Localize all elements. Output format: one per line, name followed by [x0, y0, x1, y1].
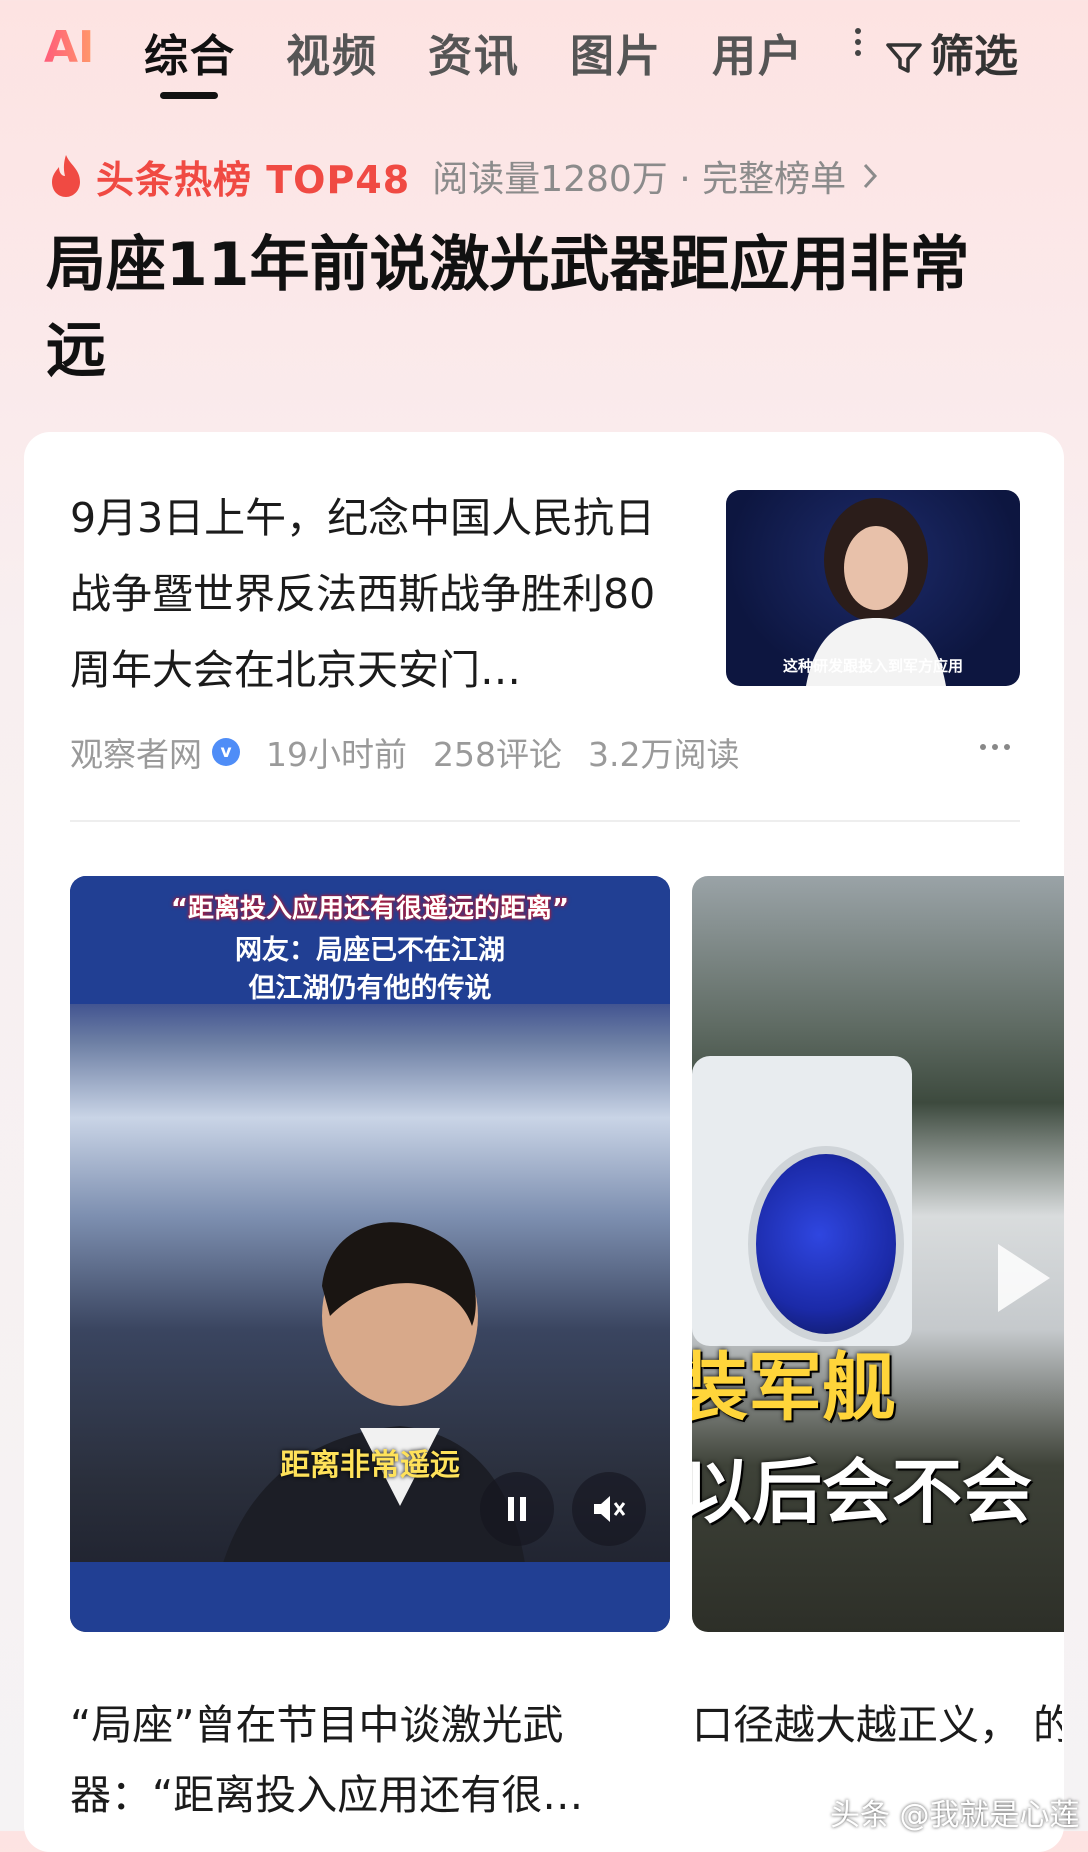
video2-overlay-line2: 以后会不会 [692, 1451, 1032, 1533]
pause-button[interactable] [480, 1472, 554, 1546]
article-summary[interactable]: 9月3日上午，纪念中国人民抗日战争暨世界反法西斯战争胜利80周年大会在北京天安门… [70, 480, 690, 708]
watermark: 头条 @我就是心莲 [830, 1798, 1080, 1833]
verified-icon: v [212, 738, 240, 766]
tab-news[interactable]: 资讯 [428, 20, 520, 84]
article-thumbnail[interactable]: 这种研发跟投入到军方应用 [726, 490, 1020, 686]
article-meta: 观察者网 v 19小时前 258评论 3.2万阅读 [70, 728, 765, 776]
video-player-2[interactable]: 装军舰 以后会不会 [692, 876, 1064, 1632]
video1-caption: 距离非常遥远 [280, 1448, 460, 1483]
search-tab-bar: AI 综合 视频 资讯 图片 用户 筛选 [0, 0, 1088, 108]
divider [70, 820, 1020, 822]
video1-top-quote: “距离投入应用还有很遥远的距离” [170, 894, 570, 924]
source-name[interactable]: 观察者网 [70, 728, 202, 776]
video2-title[interactable]: 口径越大越正义， 的激光炮，1.2米… [692, 1690, 1062, 1760]
tab-comprehensive[interactable]: 综合 [144, 20, 236, 84]
pause-icon [508, 1497, 526, 1521]
video2-overlay-line1: 装军舰 [692, 1345, 896, 1431]
result-card: 9月3日上午，纪念中国人民抗日战争暨世界反法西斯战争胜利80周年大会在北京天安门… [24, 432, 1064, 1852]
tab-users[interactable]: 用户 [712, 20, 804, 84]
filter-label: 筛选 [930, 31, 1018, 82]
video1-top-line3: 但江湖仍有他的传说 [248, 973, 492, 1004]
mute-button[interactable] [572, 1472, 646, 1546]
comment-count: 258评论 [433, 735, 562, 774]
hotlist-title: 头条热榜 TOP48 [96, 157, 411, 202]
thumbnail-caption: 这种研发跟投入到军方应用 [782, 657, 963, 675]
hotlist-meta: 阅读量1280万 · 完整榜单 [432, 159, 847, 200]
active-tab-indicator [160, 92, 218, 99]
video1-top-line2: 网友：局座已不在江湖 [235, 935, 505, 966]
chevron-right-icon [864, 163, 878, 189]
ai-tab[interactable]: AI [44, 22, 94, 73]
tab-images[interactable]: 图片 [570, 20, 662, 84]
filter-icon [886, 43, 922, 73]
hotlist-headline[interactable]: 局座11年前说激光武器距应用非常远 [46, 222, 1026, 394]
play-icon[interactable] [998, 1244, 1050, 1312]
tab-video[interactable]: 视频 [286, 20, 378, 84]
filter-button[interactable]: 筛选 [884, 20, 1018, 84]
flame-icon [52, 155, 80, 197]
read-count: 3.2万阅读 [588, 735, 740, 774]
mute-icon [594, 1496, 626, 1522]
more-options-icon[interactable] [980, 744, 1010, 750]
video-player-1[interactable]: “距离投入应用还有很遥远的距离” 网友：局座已不在江湖 但江湖仍有他的传说 距离… [70, 876, 670, 1632]
hotlist-banner[interactable]: 头条热榜 TOP48 阅读量1280万 · 完整榜单 [46, 150, 878, 202]
video1-title[interactable]: “局座”曾在节目中谈激光武器：“距离投入应用还有很… [70, 1690, 670, 1830]
publish-time: 19小时前 [266, 735, 407, 774]
more-tabs-icon[interactable] [855, 28, 861, 68]
laser-lens-image [748, 1146, 904, 1342]
video1-bottom-bar [70, 1562, 670, 1632]
